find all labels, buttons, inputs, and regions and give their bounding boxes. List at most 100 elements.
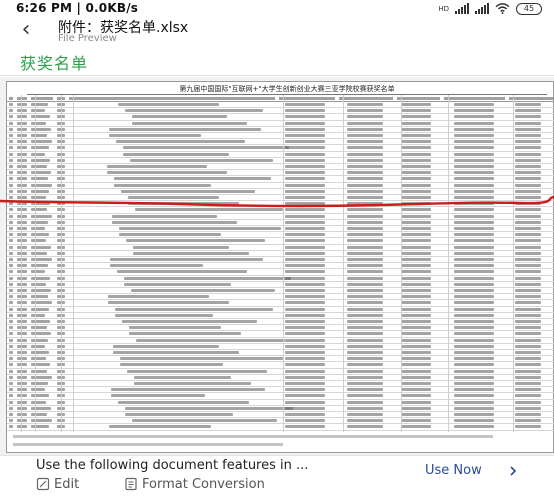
table-cell xyxy=(9,425,13,429)
table-cell xyxy=(401,276,431,280)
table-cell xyxy=(515,165,541,168)
header-cell xyxy=(397,97,440,100)
table-cell xyxy=(515,400,541,404)
table-cell xyxy=(9,109,13,113)
table-cell xyxy=(31,400,46,404)
table-cell xyxy=(454,251,494,255)
table-cell xyxy=(515,103,541,106)
table-cell xyxy=(401,264,431,268)
status-bar: 6:26 PM | 0.0KB/s HD 45 xyxy=(0,0,554,16)
table-cell xyxy=(285,419,325,423)
table-cell xyxy=(17,134,27,137)
table-cell xyxy=(401,251,431,255)
table-cell xyxy=(9,134,13,137)
chevron-right-icon[interactable] xyxy=(507,465,519,477)
table-cell xyxy=(347,382,383,385)
table-cell xyxy=(454,313,494,317)
table-cell xyxy=(454,270,494,274)
table-cell xyxy=(401,313,431,317)
column-divider xyxy=(73,95,74,432)
table-cell xyxy=(454,369,494,373)
edit-button[interactable]: Edit xyxy=(36,476,79,492)
table-cell xyxy=(17,158,27,162)
table-cell xyxy=(285,245,325,249)
sheet-title: 第九届中国国际"互联网+"大学生创新创业大赛三亚学院校赛获奖名单 xyxy=(27,83,547,95)
table-cell xyxy=(17,146,27,150)
table-cell xyxy=(110,264,203,268)
table-cell xyxy=(31,326,47,330)
table-cell xyxy=(347,245,383,249)
table-cell xyxy=(515,233,541,237)
table-cell xyxy=(454,375,494,379)
table-cell xyxy=(401,289,431,292)
back-arrow-icon[interactable]: ‹ xyxy=(14,18,38,44)
table-cell xyxy=(17,351,27,354)
header-cell xyxy=(444,97,505,100)
table-cell xyxy=(454,425,494,429)
table-cell xyxy=(347,146,383,150)
table-cell xyxy=(454,332,494,336)
table-cell xyxy=(31,276,50,280)
table-cell xyxy=(515,239,541,243)
table-cell xyxy=(347,301,383,305)
document-preview[interactable]: 第九届中国国际"互联网+"大学生创新创业大赛三亚学院校赛获奖名单 xyxy=(0,77,554,455)
table-cell xyxy=(31,295,48,299)
table-cell xyxy=(285,357,325,361)
table-cell xyxy=(109,134,201,137)
edit-label: Edit xyxy=(54,476,80,492)
table-cell xyxy=(9,227,13,230)
use-now-button[interactable]: Use Now xyxy=(425,463,482,478)
notes-line xyxy=(13,434,533,440)
table-cell xyxy=(515,307,541,311)
table-cell xyxy=(401,127,431,131)
table-cell xyxy=(31,357,46,361)
sheet-tab[interactable]: 获奖名单 xyxy=(20,50,88,74)
table-cell xyxy=(401,171,431,175)
table-cell xyxy=(347,320,383,323)
table-cell xyxy=(515,357,541,361)
table-cell xyxy=(285,344,325,348)
table-cell xyxy=(515,351,541,354)
table-cell xyxy=(134,375,231,379)
table-cell xyxy=(347,357,383,361)
table-cell xyxy=(285,239,325,243)
table-cell xyxy=(347,326,383,330)
table-cell xyxy=(17,239,27,243)
table-cell xyxy=(31,320,50,323)
table-cell xyxy=(9,270,13,274)
table-cell xyxy=(124,276,291,280)
table-cell xyxy=(132,419,277,423)
table-cell xyxy=(9,375,13,379)
table-cell xyxy=(515,320,541,323)
table-cell xyxy=(107,165,207,168)
table-cell xyxy=(515,301,541,305)
signal-2-icon xyxy=(475,3,489,14)
table-cell xyxy=(31,220,48,224)
column-divider xyxy=(21,95,22,432)
table-cell xyxy=(17,363,27,367)
table-cell xyxy=(401,220,431,224)
table-cell xyxy=(454,146,494,150)
table-cell xyxy=(401,419,431,423)
table-cell xyxy=(17,357,27,361)
table-cell xyxy=(285,301,325,305)
table-cell xyxy=(347,276,383,280)
table-cell xyxy=(401,158,431,162)
table-cell xyxy=(285,400,325,404)
format-conversion-button[interactable]: Format Conversion xyxy=(124,476,265,492)
table-cell xyxy=(285,295,325,299)
table-cell xyxy=(9,183,13,187)
table-cell xyxy=(347,189,383,193)
table-cell xyxy=(454,227,494,230)
table-cell xyxy=(9,332,13,336)
table-cell xyxy=(9,103,13,106)
table-cell xyxy=(515,127,541,131)
table-cell xyxy=(9,344,13,348)
table-cell xyxy=(454,152,494,156)
table-cell xyxy=(285,313,325,317)
table-cell xyxy=(515,363,541,367)
table-cell xyxy=(17,413,27,416)
table-cell xyxy=(110,258,263,261)
table-cell xyxy=(347,171,383,175)
table-cell xyxy=(9,351,13,354)
